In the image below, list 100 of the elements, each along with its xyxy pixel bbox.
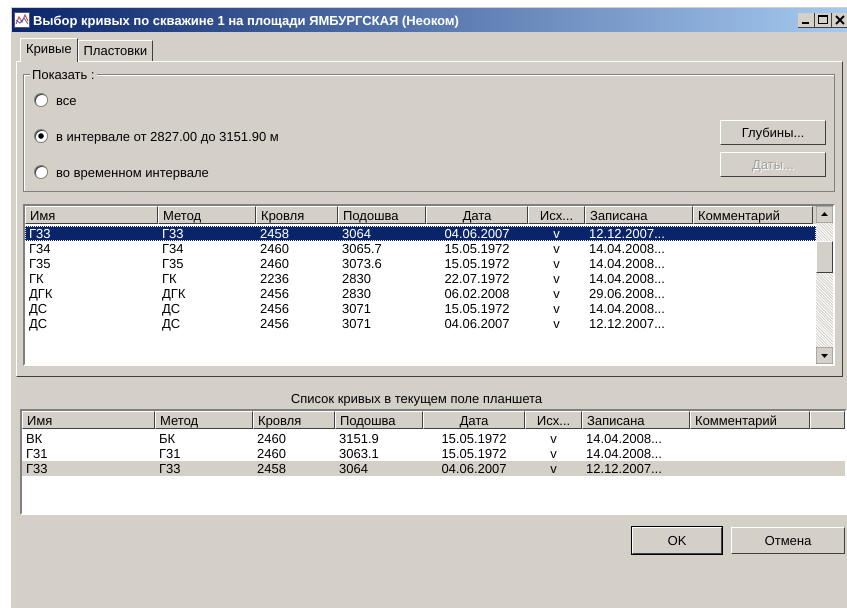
table-cell-text: 2458 <box>256 461 287 476</box>
scroll-bar[interactable] <box>816 206 833 364</box>
radio-button[interactable] <box>34 93 48 107</box>
table-cell-text: Г33 <box>25 461 48 476</box>
table-cell-text: 2460 <box>259 241 290 256</box>
column-header[interactable]: Записана <box>585 206 693 224</box>
table-cell-text: Г35 <box>28 256 52 271</box>
table-cell-text: 2456 <box>259 316 290 331</box>
radio-label: в интервале от 2827.00 до 3151.90 м <box>56 128 279 144</box>
group-title: Показать : <box>30 67 96 82</box>
table-cell-text: 2456 <box>259 286 290 301</box>
table-row[interactable]: Г33 Г33 2458 3064 04.06.2007 v 12.12.2007... <box>25 226 816 241</box>
column-header[interactable]: Имя <box>25 206 158 224</box>
table-row[interactable]: Г31 Г31 2460 3063.1 15.05.1972 v 14.04.2008... <box>22 446 845 461</box>
column-header[interactable]: Дата <box>423 411 525 429</box>
table-cell-text: 3073.6 <box>341 256 383 271</box>
table-cell-text: Г35 <box>161 256 184 271</box>
column-header[interactable]: Имя <box>22 411 155 429</box>
table-cell-text: 2830 <box>341 271 372 286</box>
table-cell-text: 3064 <box>338 461 369 476</box>
table-row[interactable]: ДС ДС 2456 3071 15.05.1972 v 14.04.2008... <box>25 301 816 316</box>
scroll-up-icon[interactable] <box>816 206 833 223</box>
table-cell-text: v <box>552 271 561 286</box>
chart-icon <box>14 12 30 28</box>
column-header[interactable]: Метод <box>155 411 253 429</box>
table-cell-text: БК <box>158 431 176 446</box>
table-cell-text: 2460 <box>256 446 287 461</box>
table-cell-text: 2458 <box>259 226 290 241</box>
minimize-icon[interactable] <box>798 12 815 28</box>
table-row[interactable]: ДС ДС 2456 3071 04.06.2007 v 12.12.2007... <box>25 316 816 331</box>
table-cell-text: 15.05.1972 <box>440 446 508 461</box>
maximize-icon[interactable] <box>815 12 832 28</box>
table-row[interactable]: Г33 Г33 2458 3064 04.06.2007 v 12.12.2007... <box>22 461 845 476</box>
column-header[interactable]: Кровля <box>253 411 335 429</box>
table-cell-text: Г31 <box>158 446 182 461</box>
radio-label: все <box>56 92 76 108</box>
radio-button[interactable] <box>34 165 48 179</box>
column-header[interactable]: Подошва <box>338 206 426 224</box>
table-cell-text: ДС <box>161 301 182 316</box>
tab[interactable]: Кривые <box>20 38 78 62</box>
table-row[interactable]: Г35 Г35 2460 3073.6 15.05.1972 v 14.04.2008... <box>25 256 816 271</box>
table-cell-text: 14.04.2008... <box>585 446 663 461</box>
table-cell-text: v <box>552 226 561 241</box>
column-header[interactable]: Исх... <box>525 411 582 429</box>
table-cell-text: ГК <box>161 271 178 286</box>
table-cell-text: 15.05.1972 <box>443 241 511 256</box>
window-title: Выбор кривых по скважине 1 на площади ЯМБУРГСКАЯ (Неоком) <box>33 12 460 28</box>
table-cell-text: 2236 <box>259 271 290 286</box>
table-cell-text: 2460 <box>259 256 290 271</box>
table-row[interactable]: ДГК ДГК 2456 2830 06.02.2008 v 29.06.2008... <box>25 286 816 301</box>
table-cell-text: 22.07.1972 <box>443 271 511 286</box>
table-cell-text: 12.12.2007... <box>588 316 666 331</box>
table-cell-text: 04.06.2007 <box>443 316 511 331</box>
table-cell-text: Г33 <box>158 461 182 476</box>
table-cell-text: ДГК <box>28 286 54 301</box>
column-header[interactable]: Записана <box>582 411 690 429</box>
table-cell-text: 2456 <box>259 301 290 316</box>
table-cell-text: ДС <box>28 316 48 331</box>
table-cell-text: Г33 <box>28 226 52 241</box>
column-header[interactable]: Метод <box>158 206 256 224</box>
table-row[interactable]: ВК БК 2460 3151.9 15.05.1972 v 14.04.2008... <box>22 431 845 446</box>
table-cell-text: v <box>552 256 561 271</box>
table-row[interactable]: ГК ГК 2236 2830 22.07.1972 v 14.04.2008... <box>25 271 816 286</box>
dialog-button[interactable]: Глубины... <box>720 120 826 145</box>
column-header[interactable]: Комментарий <box>690 411 810 429</box>
column-header[interactable]: Исх... <box>528 206 585 224</box>
table-cell-text: ДС <box>28 301 48 316</box>
radio-button[interactable] <box>34 129 48 143</box>
column-header[interactable]: Дата <box>426 206 528 224</box>
table-cell-text: 14.04.2008... <box>588 256 666 271</box>
table-cell-text: 3151.9 <box>338 431 380 446</box>
table-row[interactable]: Г34 Г34 2460 3065.7 15.05.1972 v 14.04.2008... <box>25 241 816 256</box>
table-cell-text: Г33 <box>161 226 184 241</box>
table-cell-text: 14.04.2008... <box>588 271 666 286</box>
table-cell-text: 3071 <box>341 301 372 316</box>
table-cell-text: v <box>552 241 561 256</box>
table-cell-text: 04.06.2007 <box>440 461 508 476</box>
list-title: Список кривых в текущем поле планшета <box>290 391 544 406</box>
dialog-button[interactable]: OK <box>632 527 722 554</box>
table-cell-text: Г31 <box>25 446 48 461</box>
column-header[interactable]: Комментарий <box>693 206 813 224</box>
table-cell-text: ДГК <box>161 286 186 301</box>
scroll-down-icon[interactable] <box>816 347 833 364</box>
radio-label: во временном интервале <box>56 164 209 180</box>
table-cell-text: v <box>552 301 561 316</box>
table-cell-text: 3071 <box>341 316 372 331</box>
table-cell-text: 29.06.2008... <box>588 286 666 301</box>
table-cell-text: 3064 <box>341 226 372 241</box>
scroll-thumb[interactable] <box>816 241 833 273</box>
table-cell-text: 2460 <box>256 431 287 446</box>
close-icon[interactable] <box>832 12 847 28</box>
table-cell-text: ГК <box>28 271 45 286</box>
table-cell-text: v <box>549 461 558 476</box>
column-header[interactable]: Подошва <box>335 411 423 429</box>
table-cell-text: 2830 <box>341 286 372 301</box>
dialog-button[interactable]: Отмена <box>731 527 845 554</box>
column-header[interactable]: Кровля <box>256 206 338 224</box>
tab[interactable]: Пластовки <box>78 40 154 61</box>
table-cell-text: 15.05.1972 <box>443 301 511 316</box>
table-cell-text: 3065.7 <box>341 241 383 256</box>
